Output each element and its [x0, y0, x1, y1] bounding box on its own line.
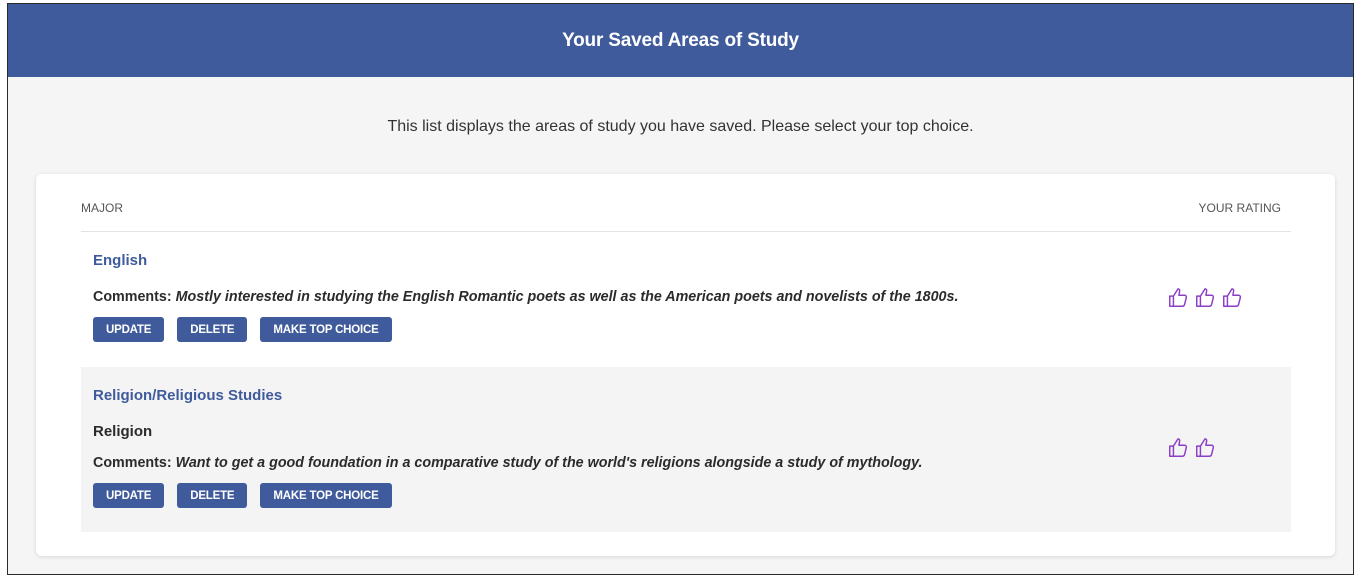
- thumbs-up-icon[interactable]: [1167, 287, 1189, 309]
- thumbs-up-icon[interactable]: [1221, 287, 1243, 309]
- delete-button[interactable]: DELETE: [177, 483, 248, 508]
- table-header: MAJOR YOUR RATING: [81, 174, 1291, 232]
- comments-value: Want to get a good foundation in a compa…: [175, 455, 923, 471]
- thumbs-up-icon[interactable]: [1194, 437, 1216, 459]
- intro-text: This list displays the areas of study yo…: [387, 118, 974, 135]
- saved-majors-table: MAJOR YOUR RATING English Comments: Most…: [36, 174, 1335, 556]
- comments-text: Comments: Want to get a good foundation …: [93, 455, 923, 471]
- update-button[interactable]: UPDATE: [93, 317, 165, 342]
- page-header: Your Saved Areas of Study: [8, 4, 1353, 77]
- major-link-religion[interactable]: Religion/Religious Studies: [93, 387, 282, 404]
- row-actions: UPDATE DELETE MAKE TOP CHOICE: [93, 483, 392, 508]
- major-subtitle: Religion: [93, 423, 153, 440]
- thumbs-up-icon[interactable]: [1194, 287, 1216, 309]
- comments-label: Comments:: [93, 455, 172, 471]
- delete-button[interactable]: DELETE: [177, 317, 248, 342]
- update-button[interactable]: UPDATE: [93, 483, 165, 508]
- comments-label: Comments:: [93, 289, 172, 305]
- row-actions: UPDATE DELETE MAKE TOP CHOICE: [93, 317, 392, 342]
- page-title: Your Saved Areas of Study: [562, 29, 799, 51]
- comments-text: Comments: Mostly interested in studying …: [93, 289, 958, 305]
- make-top-choice-button[interactable]: MAKE TOP CHOICE: [260, 483, 392, 508]
- rating-thumbs[interactable]: [1167, 437, 1216, 459]
- comments-value: Mostly interested in studying the Englis…: [175, 289, 959, 305]
- major-link-english[interactable]: English: [93, 252, 147, 269]
- table-row: Religion/Religious Studies Religion Comm…: [81, 367, 1291, 532]
- thumbs-up-icon[interactable]: [1167, 437, 1189, 459]
- column-header-rating: YOUR RATING: [1198, 201, 1281, 215]
- saved-areas-panel: Your Saved Areas of Study This list disp…: [7, 3, 1354, 575]
- make-top-choice-button[interactable]: MAKE TOP CHOICE: [260, 317, 392, 342]
- column-header-major: MAJOR: [81, 201, 123, 215]
- table-row: English Comments: Mostly interested in s…: [81, 232, 1291, 366]
- rating-thumbs[interactable]: [1167, 287, 1243, 309]
